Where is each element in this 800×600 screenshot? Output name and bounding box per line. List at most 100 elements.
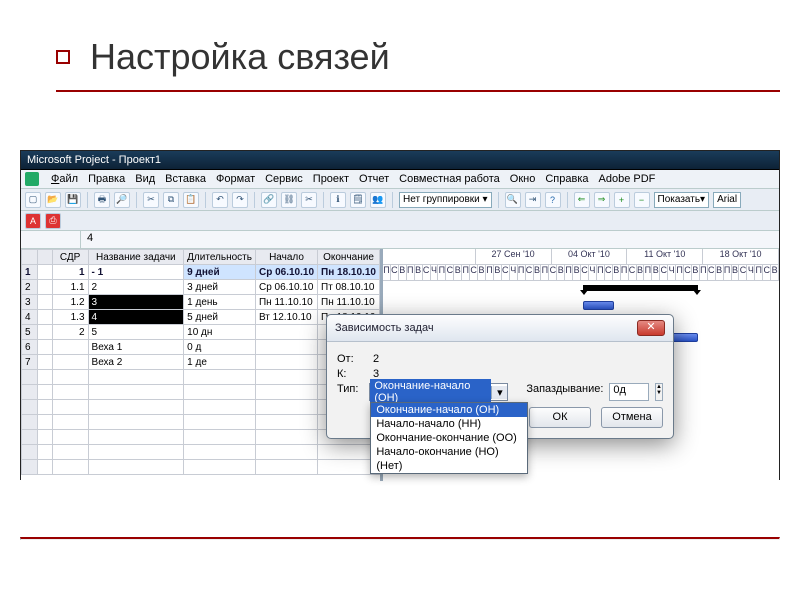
timescale-day: Ч <box>510 265 518 281</box>
separator-icon <box>567 192 568 208</box>
menu-edit[interactable]: Правка <box>88 173 125 185</box>
group-combo[interactable]: Нет группировки ▾ <box>399 192 492 208</box>
separator-icon <box>87 192 88 208</box>
gantt-timescale: 27 Сен '1004 Окт '1011 Окт '1018 Окт '10… <box>383 249 779 281</box>
menu-help[interactable]: Справка <box>545 173 588 185</box>
menu-window[interactable]: Окно <box>510 173 536 185</box>
timescale-day: В <box>478 265 486 281</box>
cut-button[interactable]: ✂ <box>143 192 159 208</box>
from-value: 2 <box>373 353 379 365</box>
lag-input[interactable]: 0д <box>609 383 649 401</box>
split-button[interactable]: ✂ <box>301 192 317 208</box>
separator-icon <box>205 192 206 208</box>
table-row[interactable]: 21.123 днейСр 06.10.10Пт 08.10.10 <box>22 280 380 295</box>
timescale-day: П <box>462 265 470 281</box>
col-duration[interactable]: Длительность <box>184 250 256 265</box>
type-option[interactable]: Начало-окончание (НО) <box>371 445 527 459</box>
undo-button[interactable]: ↶ <box>212 192 228 208</box>
timescale-day: Ч <box>668 265 676 281</box>
type-dropdown[interactable]: Окончание-начало (ОН)Начало-начало (НН)О… <box>370 402 528 474</box>
dialog-titlebar[interactable]: Зависимость задач ✕ <box>327 315 673 342</box>
gantt-bar-task2[interactable] <box>583 301 614 310</box>
col-start[interactable]: Начало <box>255 250 317 265</box>
redo-button[interactable]: ↷ <box>232 192 248 208</box>
menu-format[interactable]: Формат <box>216 173 255 185</box>
timescale-day: В <box>573 265 581 281</box>
timescale-day: В <box>557 265 565 281</box>
timescale-day: П <box>621 265 629 281</box>
outdent-button[interactable]: + <box>614 192 630 208</box>
dialog-title-text: Зависимость задач <box>335 322 434 334</box>
cell-indicator <box>21 231 81 248</box>
timescale-day: Ч <box>589 265 597 281</box>
notes-button[interactable]: 🗒 <box>350 192 366 208</box>
zoom-button[interactable]: 🔍 <box>505 192 521 208</box>
menubar[interactable]: Файл Правка Вид Вставка Формат Сервис Пр… <box>21 170 779 189</box>
save-button[interactable]: 💾 <box>65 192 81 208</box>
timescale-day: П <box>438 265 446 281</box>
formula-value[interactable]: 4 <box>81 231 779 248</box>
pdf-icon[interactable]: A <box>25 213 41 229</box>
window-titlebar: Microsoft Project - Проект1 <box>21 151 779 170</box>
table-row[interactable] <box>22 445 380 460</box>
timescale-week: 18 Окт '10 <box>703 249 779 265</box>
dialog-close-button[interactable]: ✕ <box>637 320 665 336</box>
menu-report[interactable]: Отчет <box>359 173 389 185</box>
show-combo[interactable]: Показать▾ <box>654 192 710 208</box>
timescale-week: 11 Окт '10 <box>627 249 703 265</box>
col-wbs[interactable]: СДР <box>52 250 88 265</box>
ok-button[interactable]: ОК <box>529 407 591 428</box>
menu-tools[interactable]: Сервис <box>265 173 303 185</box>
open-button[interactable]: 📂 <box>45 192 61 208</box>
timescale-day: С <box>660 265 668 281</box>
timescale-day: П <box>565 265 573 281</box>
chevron-down-icon[interactable]: ▾ <box>491 386 507 399</box>
formula-bar: 4 <box>21 231 779 249</box>
link-button[interactable]: 🔗 <box>261 192 277 208</box>
menu-adobe[interactable]: Adobe PDF <box>599 173 656 185</box>
font-combo[interactable]: Arial <box>713 192 741 208</box>
table-row[interactable] <box>22 460 380 475</box>
nav-right-button[interactable]: ⇒ <box>594 192 610 208</box>
lag-label: Запаздывание: <box>526 383 603 395</box>
indent-button[interactable]: − <box>634 192 650 208</box>
copy-button[interactable]: ⧉ <box>163 192 179 208</box>
info-button[interactable]: ℹ <box>330 192 346 208</box>
title-rule <box>56 90 780 92</box>
assign-button[interactable]: 👥 <box>370 192 386 208</box>
lag-stepper[interactable]: ▲▼ <box>655 383 663 401</box>
menu-file[interactable]: Файл <box>51 173 78 185</box>
timescale-week: 27 Сен '10 <box>476 249 552 265</box>
gantt-summary-bar[interactable] <box>583 285 698 291</box>
type-option[interactable]: (Нет) <box>371 459 527 473</box>
timescale-day: С <box>684 265 692 281</box>
cancel-button[interactable]: Отмена <box>601 407 663 428</box>
unlink-button[interactable]: ⛓ <box>281 192 297 208</box>
paste-button[interactable]: 📋 <box>183 192 199 208</box>
menu-insert[interactable]: Вставка <box>165 173 206 185</box>
nav-left-button[interactable]: ⇐ <box>574 192 590 208</box>
timescale-week: 04 Окт '10 <box>552 249 628 265</box>
pdf-convert-button[interactable]: ⎙ <box>45 213 61 229</box>
type-option[interactable]: Окончание-начало (ОН) <box>371 403 527 417</box>
timescale-day: В <box>652 265 660 281</box>
print-button[interactable]: 🖶 <box>94 192 110 208</box>
goto-button[interactable]: ⇥ <box>525 192 541 208</box>
col-rownum[interactable] <box>22 250 38 265</box>
col-name[interactable]: Название задачи <box>88 250 184 265</box>
help-button[interactable]: ? <box>545 192 561 208</box>
title-bullet-icon <box>56 50 70 64</box>
table-row[interactable]: 31.231 деньПн 11.10.10Пн 11.10.10 <box>22 295 380 310</box>
menu-project[interactable]: Проект <box>313 173 349 185</box>
col-indicator[interactable] <box>38 250 52 265</box>
new-button[interactable]: ▢ <box>25 192 41 208</box>
type-option[interactable]: Начало-начало (НН) <box>371 417 527 431</box>
type-option[interactable]: Окончание-окончание (OO) <box>371 431 527 445</box>
table-row[interactable]: 11- 19 днейСр 06.10.10Пн 18.10.10 <box>22 265 380 280</box>
type-combo[interactable]: Окончание-начало (ОН) ▾ Окончание-начало… <box>369 383 508 401</box>
menu-view[interactable]: Вид <box>135 173 155 185</box>
timescale-day: В <box>732 265 740 281</box>
col-end[interactable]: Окончание <box>318 250 380 265</box>
preview-button[interactable]: 🔎 <box>114 192 130 208</box>
menu-collab[interactable]: Совместная работа <box>399 173 500 185</box>
